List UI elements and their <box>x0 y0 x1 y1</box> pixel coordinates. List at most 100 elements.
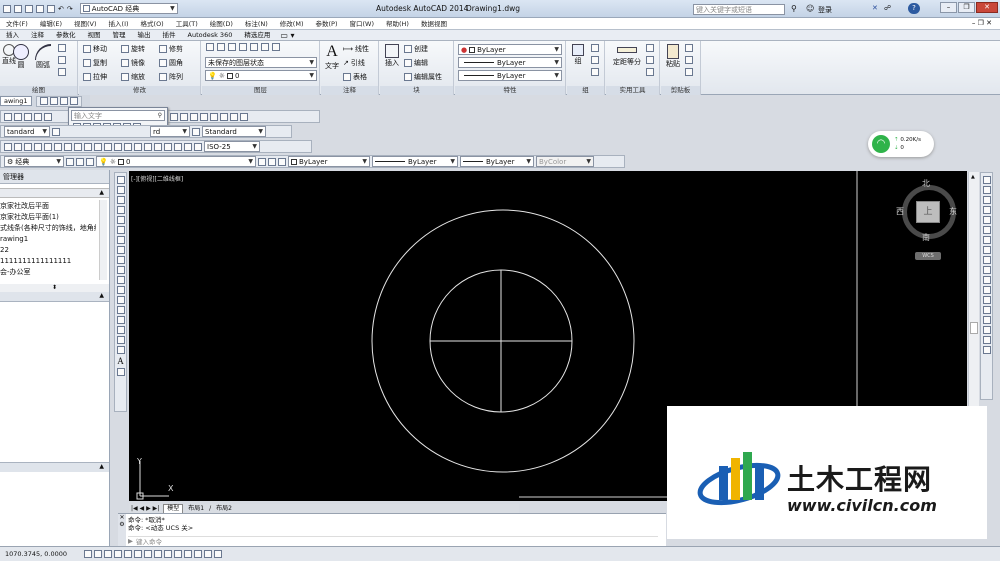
table-v-icon[interactable] <box>116 346 125 354</box>
layer-manager-icon[interactable] <box>86 157 94 166</box>
dim-style-dropdown[interactable]: ISO-25 ▼ <box>204 141 260 152</box>
compass-north[interactable]: 北 <box>922 178 930 189</box>
group-edit-icon[interactable] <box>591 56 599 64</box>
tab-layout2[interactable]: 布局2 <box>213 505 235 513</box>
radius-icon[interactable] <box>44 142 52 151</box>
palette-section-header[interactable]: ▲ <box>0 188 109 198</box>
list-item[interactable]: 会-办公室 <box>0 267 96 278</box>
design-center-icon[interactable] <box>190 112 198 121</box>
list-item[interactable]: 京家社改后平面 <box>0 201 96 212</box>
region-v-icon[interactable] <box>116 336 125 344</box>
close-button[interactable]: ✕ <box>976 2 998 13</box>
stretch-button[interactable]: 拉伸 <box>83 72 119 82</box>
dim-edit-icon[interactable] <box>174 142 182 151</box>
dim-text-edit-icon[interactable] <box>184 142 192 151</box>
copy-v-icon[interactable] <box>982 186 991 194</box>
3d-osnap-icon[interactable] <box>144 550 152 558</box>
collapse-icon[interactable]: ▲ <box>99 463 104 470</box>
list-scrollbar[interactable] <box>99 200 107 280</box>
layer-freeze-icon[interactable] <box>250 43 258 51</box>
color-combo[interactable]: ByLayer ▼ <box>288 156 370 167</box>
hatch-v-icon[interactable] <box>116 316 125 324</box>
match-properties-icon[interactable] <box>685 68 693 76</box>
fillet-button[interactable]: 圆角 <box>159 58 195 68</box>
polyline-v-icon[interactable] <box>116 196 125 204</box>
compass-south[interactable]: 南 <box>922 232 930 243</box>
trim-button[interactable]: 修剪 <box>159 44 195 54</box>
menu-tools[interactable]: 工具(T) <box>170 18 204 30</box>
quick-properties-icon[interactable] <box>204 550 212 558</box>
login-button[interactable]: 登录 <box>818 5 832 15</box>
view-tool-icon[interactable] <box>59 97 68 105</box>
text-style-icon[interactable] <box>52 127 60 136</box>
properties-panel-title[interactable]: 特性 <box>455 86 565 95</box>
ellipse-arc-v-icon[interactable] <box>116 276 125 284</box>
insert-block-tool[interactable]: 插入 <box>383 44 401 68</box>
preview-tb-icon[interactable] <box>24 112 32 121</box>
text-style-dropdown[interactable]: tandard ▼ <box>4 126 50 137</box>
layer-combo[interactable]: 💡 ☼ 0 ▼ <box>96 156 256 167</box>
color-dropdown[interactable]: ● ByLayer ▼ <box>458 44 562 55</box>
arc-v-icon[interactable] <box>116 226 125 234</box>
scale-v-icon[interactable] <box>982 246 991 254</box>
properties-tb-icon[interactable] <box>180 112 188 121</box>
move-button[interactable]: 移动 <box>83 44 119 54</box>
menu-window[interactable]: 窗口(W) <box>343 18 380 30</box>
layer-previous-icon[interactable] <box>228 43 236 51</box>
extend-v-icon[interactable] <box>982 276 991 284</box>
quick-dim-icon[interactable] <box>84 142 92 151</box>
restore-button[interactable]: ❐ <box>958 2 975 13</box>
collapse-icon[interactable]: ▲ <box>99 189 104 196</box>
paste-tool[interactable]: 粘贴 <box>664 44 682 69</box>
block-panel-title[interactable]: 块 <box>380 86 453 95</box>
edit-block-button[interactable]: 编辑 <box>404 58 442 68</box>
spline-v-icon[interactable] <box>116 256 125 264</box>
tab-autodesk360[interactable]: Autodesk 360 <box>182 30 239 41</box>
list-item[interactable]: rawing1 <box>0 234 96 245</box>
circle-tool[interactable]: 圆 <box>12 44 30 70</box>
tab-model[interactable]: 模型 <box>163 503 184 514</box>
save-icon[interactable] <box>25 4 33 13</box>
ellipse-icon[interactable] <box>58 56 66 64</box>
explode-v-icon[interactable] <box>982 346 991 354</box>
mirror-v-icon[interactable] <box>982 196 991 204</box>
menu-view[interactable]: 视图(V) <box>68 18 103 30</box>
wcs-menu[interactable]: WCS <box>915 252 941 260</box>
ordinate-icon[interactable] <box>34 142 42 151</box>
edit-attributes-button[interactable]: 编辑属性 <box>404 72 442 82</box>
dim-space-icon[interactable] <box>114 142 122 151</box>
doc-tab[interactable]: awing1 <box>0 96 32 106</box>
point-v-icon[interactable] <box>116 306 125 314</box>
scale-button[interactable]: 缩放 <box>121 72 157 82</box>
measure-tool[interactable]: 定距等分 <box>610 47 644 67</box>
dynamic-input-icon[interactable] <box>174 550 182 558</box>
cut-icon[interactable] <box>685 44 693 52</box>
circle-v-icon[interactable] <box>116 236 125 244</box>
new-file-icon[interactable] <box>3 4 11 13</box>
zoom-previous-icon[interactable] <box>170 112 178 121</box>
baseline-icon[interactable] <box>94 142 102 151</box>
ungroup-icon[interactable] <box>591 44 599 52</box>
grid-display-icon[interactable] <box>104 550 112 558</box>
layer-tool-icon[interactable] <box>39 97 48 105</box>
selection-cycling-icon[interactable] <box>214 550 222 558</box>
break-point-v-icon[interactable] <box>982 286 991 294</box>
table-style-dropdown[interactable]: Standard ▼ <box>202 126 266 137</box>
splitter-handle[interactable]: ⬍ <box>0 284 109 292</box>
aligned-tb-icon[interactable] <box>14 142 22 151</box>
infer-constraints-icon[interactable] <box>84 550 92 558</box>
layer-match-icon[interactable] <box>217 43 225 51</box>
scroll-up-icon[interactable]: ▲ <box>971 174 975 180</box>
tolerance-icon[interactable] <box>134 142 142 151</box>
polar-tracking-icon[interactable] <box>124 550 132 558</box>
dim-break-icon[interactable] <box>124 142 132 151</box>
menu-format[interactable]: 格式(O) <box>135 18 170 30</box>
snap-mode-icon[interactable] <box>94 550 102 558</box>
calculator-icon[interactable] <box>646 68 654 76</box>
find-replace-icon[interactable]: ⚲ <box>158 112 162 119</box>
open-file-icon[interactable] <box>14 4 22 13</box>
compass-west[interactable]: 西 <box>896 206 904 217</box>
array-v-icon[interactable] <box>982 216 991 224</box>
calc-tb-icon[interactable] <box>230 112 238 121</box>
dim-update-icon[interactable] <box>194 142 202 151</box>
